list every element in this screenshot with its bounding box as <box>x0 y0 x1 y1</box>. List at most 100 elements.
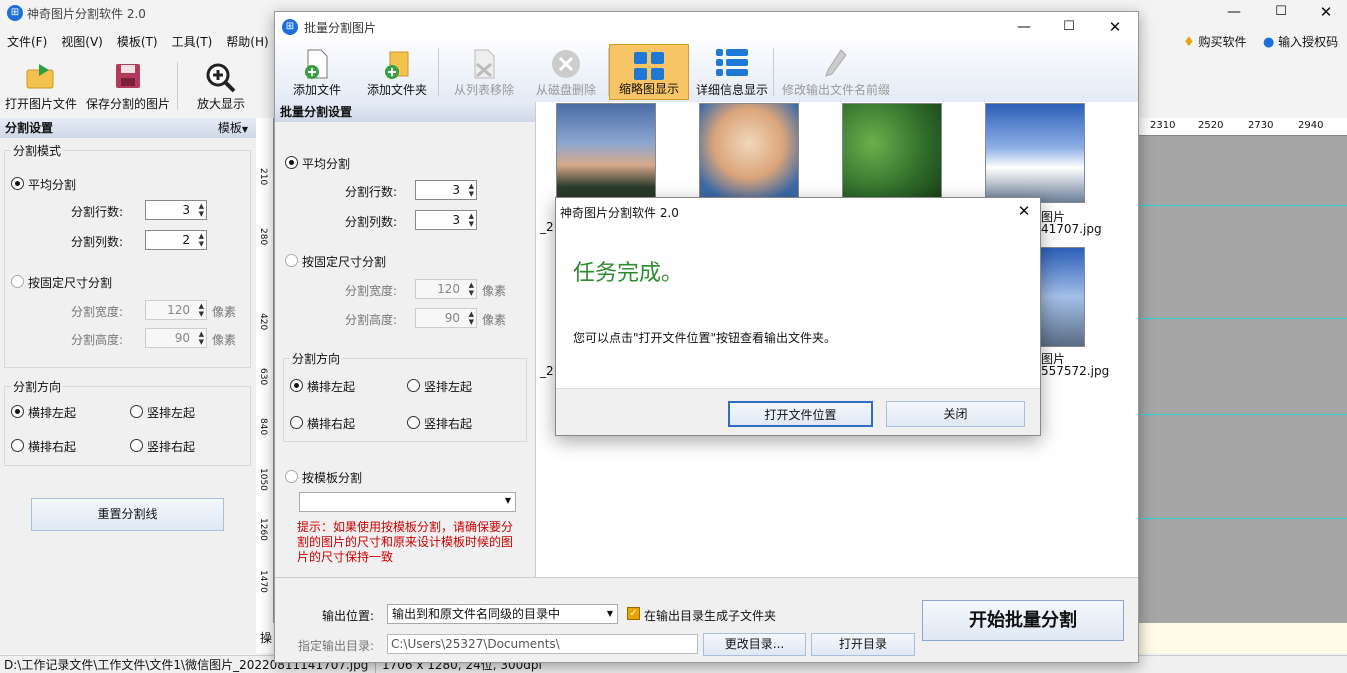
delete-disk-icon <box>552 50 580 78</box>
close-icon[interactable]: ✕ <box>1314 2 1338 22</box>
minimize-icon[interactable]: — <box>1222 2 1246 22</box>
change-dir-button[interactable]: 更改目录... <box>703 633 806 656</box>
maximize-icon[interactable]: ☐ <box>1269 2 1293 22</box>
license-link[interactable]: ● 输入授权码 <box>1263 33 1338 51</box>
batch-dir-lr-radio[interactable] <box>290 379 303 392</box>
minimize-icon[interactable]: — <box>1012 17 1036 37</box>
batch-rows-stepper[interactable]: 3 ▲ ▼ <box>415 180 477 200</box>
reset-lines-button[interactable]: 重置分割线 <box>31 498 224 531</box>
batch-height-label: 分割高度: <box>345 313 398 327</box>
batch-dir-rl-radio[interactable] <box>290 416 303 429</box>
batch-dir-tb-left-radio[interactable] <box>407 379 420 392</box>
dialog-close-button[interactable]: 关闭 <box>886 401 1025 427</box>
batch-fixed-split-radio[interactable] <box>285 254 298 267</box>
batch-cols-value: 3 <box>452 213 460 227</box>
stepper-arrows-icon[interactable]: ▲ ▼ <box>469 310 474 326</box>
fixed-split-label: 按固定尺寸分割 <box>28 276 113 290</box>
stepper-arrows-icon[interactable]: ▲ ▼ <box>469 281 474 297</box>
open-image-label: 打开图片文件 <box>4 97 77 111</box>
floppy-disk-icon <box>116 64 140 88</box>
thumbnail-view-button[interactable]: 缩略图显示 <box>609 44 689 100</box>
template-dropdown-label: 模板 <box>217 121 242 135</box>
rows-stepper[interactable]: 3 ▲ ▼ <box>145 200 207 220</box>
fixed-split-radio[interactable] <box>11 275 24 288</box>
cols-stepper[interactable]: 2 ▲ ▼ <box>145 230 207 250</box>
open-dir-button[interactable]: 打开目录 <box>811 633 915 656</box>
zoom-in-icon <box>206 63 236 93</box>
add-file-button[interactable]: 添加文件 <box>281 42 353 100</box>
template-select[interactable]: ▼ <box>299 492 516 512</box>
height-stepper[interactable]: 90 ▲ ▼ <box>145 328 207 348</box>
open-image-button[interactable]: 打开图片文件 <box>2 56 80 114</box>
split-line[interactable] <box>1138 318 1347 319</box>
width-value: 120 <box>167 303 190 317</box>
stepper-arrows-icon[interactable]: ▲ ▼ <box>469 212 474 228</box>
remove-from-list-button[interactable]: 从列表移除 <box>445 42 523 100</box>
menu-tools[interactable]: 工具(T) <box>165 30 220 54</box>
close-icon[interactable]: ✕ <box>1103 17 1127 37</box>
buy-software-link[interactable]: ♦ 购买软件 <box>1183 33 1247 51</box>
even-split-radio[interactable] <box>11 177 24 190</box>
menu-help[interactable]: 帮助(H) <box>219 30 275 54</box>
zoom-in-button[interactable]: 放大显示 <box>186 56 256 114</box>
add-file-label: 添加文件 <box>292 83 341 97</box>
height-unit: 像素 <box>212 333 237 347</box>
batch-width-stepper[interactable]: 120 ▲ ▼ <box>415 279 477 299</box>
thumbnail-image[interactable] <box>699 103 799 203</box>
output-dir-input[interactable]: C:\Users\25327\Documents\ <box>387 634 698 654</box>
menu-template[interactable]: 模板(T) <box>110 30 165 54</box>
output-location-select[interactable]: 输出到和原文件名同级的目录中 ▼ <box>387 604 618 624</box>
start-batch-button[interactable]: 开始批量分割 <box>922 600 1124 641</box>
menu-view[interactable]: 视图(V) <box>54 30 110 54</box>
stepper-arrows-icon[interactable]: ▲ ▼ <box>199 202 204 218</box>
cols-label: 分割列数: <box>71 235 124 249</box>
image-canvas[interactable] <box>1138 118 1347 653</box>
stepper-arrows-icon[interactable]: ▲ ▼ <box>199 330 204 346</box>
ruler-label: 840 <box>258 418 268 436</box>
batch-width-label: 分割宽度: <box>345 284 398 298</box>
batch-height-value: 90 <box>444 311 460 325</box>
rename-prefix-button[interactable]: 修改输出文件名前缀 <box>778 42 894 100</box>
batch-height-stepper[interactable]: 90 ▲ ▼ <box>415 308 477 328</box>
dir-rl-radio[interactable] <box>11 439 24 452</box>
dir-tb-left-radio[interactable] <box>130 405 143 418</box>
thumbnail-image[interactable] <box>842 103 942 203</box>
thumbnail-image[interactable] <box>556 103 656 203</box>
split-line[interactable] <box>1138 518 1347 519</box>
delete-from-disk-button[interactable]: 从磁盘删除 <box>527 42 605 100</box>
detail-view-button[interactable]: 详细信息显示 <box>693 42 771 100</box>
stepper-arrows-icon[interactable]: ▲ ▼ <box>199 232 204 248</box>
zoom-in-label: 放大显示 <box>196 97 245 111</box>
menu-file[interactable]: 文件(F) <box>0 30 54 54</box>
cols-value: 2 <box>182 233 190 247</box>
stepper-arrows-icon[interactable]: ▲ ▼ <box>199 302 204 318</box>
dir-rl-label: 横排右起 <box>28 440 77 454</box>
thumb-view-label: 缩略图显示 <box>618 82 679 96</box>
batch-even-split-radio[interactable] <box>285 156 298 169</box>
template-dropdown[interactable]: 模板▼ <box>218 118 248 140</box>
split-line[interactable] <box>1138 414 1347 415</box>
save-split-button[interactable]: 保存分割的图片 <box>84 56 172 114</box>
batch-dir-tb-right-radio[interactable] <box>407 416 420 429</box>
stepper-arrows-icon[interactable]: ▲ ▼ <box>469 182 474 198</box>
maximize-icon[interactable]: ☐ <box>1057 17 1081 37</box>
dir-tb-right-radio[interactable] <box>130 439 143 452</box>
thumbnail-caption: 557572.jpg <box>1041 364 1110 378</box>
ruler-label: 630 <box>258 368 268 386</box>
width-stepper[interactable]: 120 ▲ ▼ <box>145 300 207 320</box>
dialog-heading: 任务完成。 <box>573 261 684 286</box>
batch-cols-stepper[interactable]: 3 ▲ ▼ <box>415 210 477 230</box>
add-folder-button[interactable]: 添加文件夹 <box>361 42 433 100</box>
batch-rows-label: 分割行数: <box>345 185 398 199</box>
batch-rows-value: 3 <box>452 183 460 197</box>
template-split-radio[interactable] <box>285 470 298 483</box>
close-icon[interactable]: ✕ <box>1014 201 1034 221</box>
remove-list-label: 从列表移除 <box>453 83 514 97</box>
dir-lr-radio[interactable] <box>11 405 24 418</box>
dialog-message: 您可以点击"打开文件位置"按钮查看输出文件夹。 <box>573 331 837 345</box>
open-location-button[interactable]: 打开文件位置 <box>728 401 873 427</box>
split-line[interactable] <box>1138 205 1347 206</box>
thumbnail-image[interactable] <box>985 103 1085 203</box>
toolbar-divider <box>438 48 439 96</box>
subfolder-checkbox[interactable]: ✓ <box>627 607 640 620</box>
